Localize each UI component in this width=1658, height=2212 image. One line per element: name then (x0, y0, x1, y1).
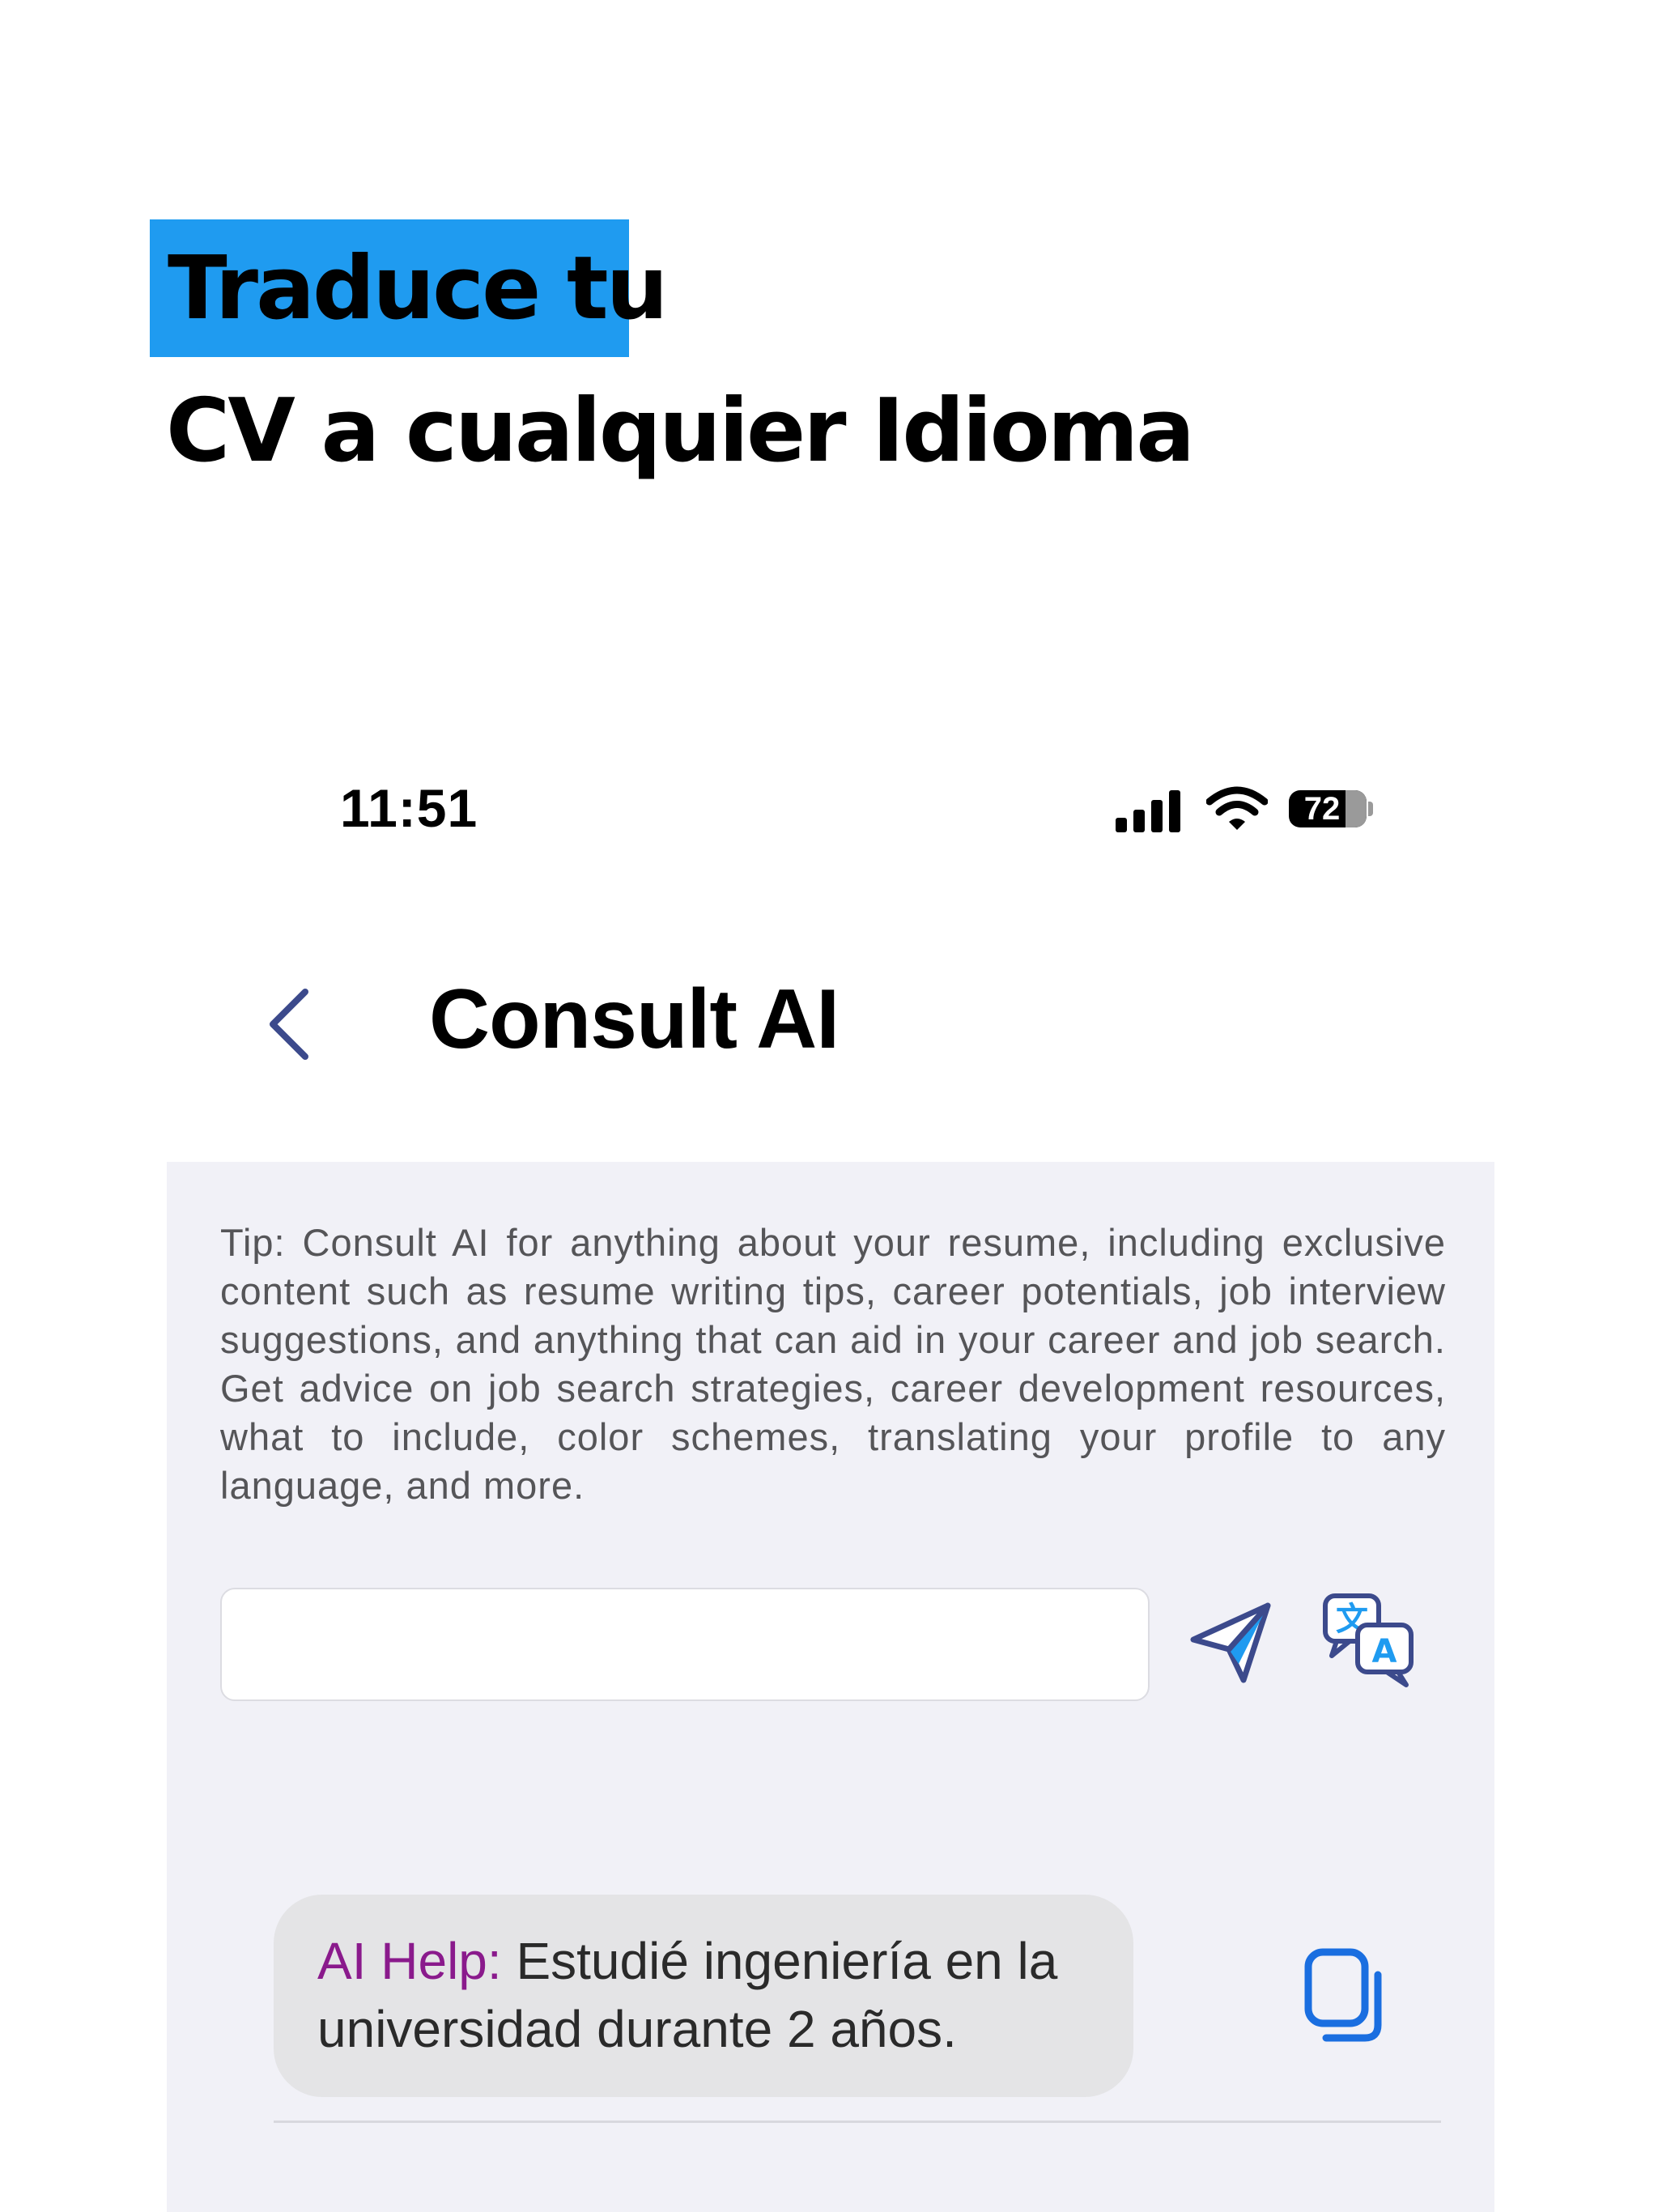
copy-icon[interactable] (1300, 1947, 1389, 2044)
ai-help-label: AI Help: (317, 1932, 502, 1990)
promo-headline-line2: CV a cualquier Idioma (166, 381, 1195, 482)
status-icons: 72 (1116, 784, 1391, 832)
svg-text:A: A (1372, 1633, 1397, 1670)
battery-icon: 72 (1289, 790, 1367, 827)
page-title: Consult AI (429, 972, 840, 1066)
paper-plane-icon[interactable] (1187, 1599, 1276, 1688)
status-time: 11:51 (340, 778, 478, 838)
ask-ai-input[interactable] (220, 1588, 1150, 1701)
consult-panel: Tip: Consult AI for anything about your … (167, 1162, 1494, 2212)
promo-headline-line1: Traduce tu (150, 219, 669, 357)
screen: Traduce tu CV a cualquier Idioma 11:51 7… (0, 0, 1658, 2212)
tip-text: Tip: Consult AI for anything about your … (220, 1221, 1446, 1507)
battery-level: 72 (1303, 790, 1341, 827)
cellular-signal-icon (1116, 784, 1188, 832)
translate-icon[interactable]: 文 A (1320, 1591, 1418, 1688)
ai-help-message: AI Help: Estudié ingeniería en la univer… (274, 1895, 1133, 2097)
chevron-left-icon[interactable] (261, 984, 317, 1065)
wifi-icon (1206, 786, 1268, 830)
divider (274, 2121, 1441, 2123)
battery-tip (1368, 802, 1373, 816)
promo-headline-line1-text: Traduce tu (168, 237, 669, 339)
